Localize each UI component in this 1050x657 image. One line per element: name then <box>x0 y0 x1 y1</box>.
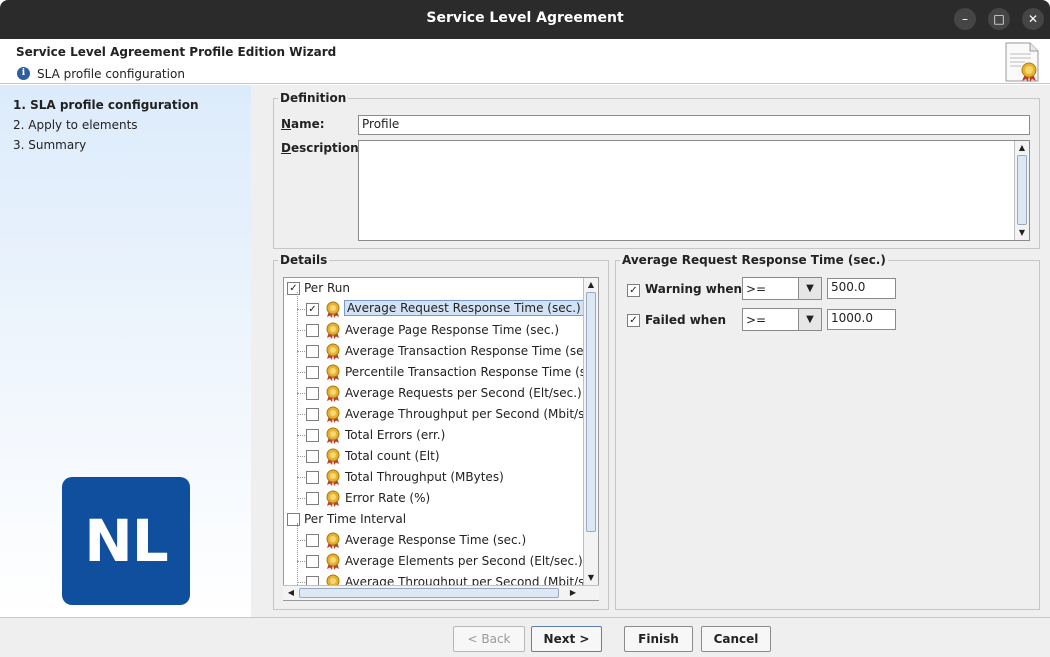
medal-icon <box>326 427 340 444</box>
scroll-up-arrow-icon[interactable]: ▲ <box>584 278 598 292</box>
item-checkbox[interactable] <box>306 366 319 379</box>
scroll-down-arrow-icon[interactable]: ▼ <box>1015 226 1029 240</box>
medal-icon <box>326 406 340 423</box>
failed-checkbox[interactable]: ✓ <box>627 314 640 327</box>
tree-item-label: Average Request Response Time (sec.) <box>344 300 584 316</box>
failed-operator-select[interactable]: >= ▼ <box>742 308 822 331</box>
failed-label: Failed when <box>645 313 727 327</box>
chevron-down-icon[interactable]: ▼ <box>798 278 821 299</box>
neoload-logo: NL <box>62 477 190 605</box>
finish-button[interactable]: Finish <box>624 626 693 652</box>
next-button[interactable]: Next > <box>531 626 602 652</box>
failed-value-input[interactable]: 1000.0 <box>827 309 896 330</box>
tree-item-label: Average Response Time (sec.) <box>345 533 527 547</box>
name-input[interactable]: Profile <box>358 115 1030 135</box>
item-checkbox[interactable] <box>306 429 319 442</box>
medal-icon <box>326 553 340 570</box>
medal-icon <box>326 490 340 507</box>
description-textarea[interactable] <box>358 140 1030 241</box>
tree-line <box>297 292 298 499</box>
medal-icon <box>326 469 340 486</box>
medal-icon <box>326 301 340 318</box>
group-checkbox[interactable] <box>287 513 300 526</box>
group-checkbox[interactable]: ✓ <box>287 282 300 295</box>
window-title: Service Level Agreement <box>426 10 624 26</box>
medal-icon <box>326 322 340 339</box>
tree-item-label: Total count (Elt) <box>345 449 440 463</box>
back-button[interactable]: < Back <box>453 626 525 652</box>
tree-group-label: Per Run <box>304 281 350 295</box>
step-summary: 3. Summary <box>13 138 87 152</box>
tree-item-label: Average Page Response Time (sec.) <box>345 323 559 337</box>
item-checkbox[interactable]: ✓ <box>306 303 319 316</box>
definition-legend: Definition <box>280 91 347 105</box>
certificate-icon <box>1005 42 1039 82</box>
warning-operator-select[interactable]: >= ▼ <box>742 277 822 300</box>
scrollbar-thumb[interactable] <box>299 588 559 598</box>
warning-checkbox[interactable]: ✓ <box>627 284 640 297</box>
item-checkbox[interactable] <box>306 345 319 358</box>
chevron-down-icon[interactable]: ▼ <box>798 309 821 330</box>
tree-item-label: Total Throughput (MBytes) <box>345 470 504 484</box>
item-checkbox[interactable] <box>306 324 319 337</box>
tree-horizontal-scrollbar[interactable]: ◀ ▶ <box>283 585 599 600</box>
description-label: Description: <box>281 141 364 155</box>
close-button[interactable]: ✕ <box>1022 8 1044 30</box>
wizard-steps-panel: 1. SLA profile configuration 2. Apply to… <box>0 85 251 617</box>
info-icon: i <box>17 67 30 80</box>
step-apply-to-elements: 2. Apply to elements <box>13 118 138 132</box>
window-titlebar: Service Level Agreement – □ ✕ <box>0 0 1050 39</box>
scroll-left-arrow-icon[interactable]: ◀ <box>285 586 297 600</box>
scroll-up-arrow-icon[interactable]: ▲ <box>1015 141 1029 155</box>
wizard-footer: < Back Next > Finish Cancel <box>0 617 1050 657</box>
tree-item-label: Percentile Transaction Response Time (se… <box>345 365 599 379</box>
item-checkbox[interactable] <box>306 408 319 421</box>
cancel-button[interactable]: Cancel <box>701 626 771 652</box>
tree-item-label: Average Transaction Response Time (sec.) <box>345 344 599 358</box>
item-checkbox[interactable] <box>306 534 319 547</box>
tree-item-label: Error Rate (%) <box>345 491 431 505</box>
name-label: Name: <box>281 117 325 131</box>
minimize-button[interactable]: – <box>954 8 976 30</box>
medal-icon <box>326 532 340 549</box>
medal-icon <box>326 364 340 381</box>
item-checkbox[interactable] <box>306 471 319 484</box>
item-checkbox[interactable] <box>306 387 319 400</box>
warning-label: Warning when <box>645 282 743 296</box>
tree-item-label: Average Requests per Second (Elt/sec.) <box>345 386 582 400</box>
tree-vertical-scrollbar[interactable]: ▲ ▼ <box>583 278 598 585</box>
scroll-down-arrow-icon[interactable]: ▼ <box>584 571 598 585</box>
maximize-button[interactable]: □ <box>988 8 1010 30</box>
scrollbar-thumb[interactable] <box>586 292 596 532</box>
medal-icon <box>326 385 340 402</box>
item-checkbox[interactable] <box>306 450 319 463</box>
tree-item-label: Average Elements per Second (Elt/sec.) <box>345 554 583 568</box>
item-checkbox[interactable] <box>306 555 319 568</box>
item-checkbox[interactable] <box>306 492 319 505</box>
wizard-subtitle: SLA profile configuration <box>37 67 185 81</box>
tree-item-label: Average Throughput per Second (Mbit/sec. <box>345 407 599 421</box>
wizard-title: Service Level Agreement Profile Edition … <box>16 45 337 59</box>
wizard-header: Service Level Agreement Profile Edition … <box>0 39 1050 84</box>
threshold-group: Average Request Response Time (sec.) <box>615 253 1040 610</box>
threshold-legend: Average Request Response Time (sec.) <box>622 253 886 267</box>
details-legend: Details <box>280 253 328 267</box>
scrollbar-thumb[interactable] <box>1017 155 1027 225</box>
medal-icon <box>326 343 340 360</box>
failed-operator-value: >= <box>746 313 767 327</box>
tree-item-label: Total Errors (err.) <box>345 428 446 442</box>
tree-group-label: Per Time Interval <box>304 512 407 526</box>
medal-icon <box>326 448 340 465</box>
warning-value-input[interactable]: 500.0 <box>827 278 896 299</box>
step-sla-profile-configuration: 1. SLA profile configuration <box>13 98 199 112</box>
scroll-right-arrow-icon[interactable]: ▶ <box>567 586 579 600</box>
sla-indicator-tree[interactable]: ✓ Per Run ✓ Average Request Response Tim… <box>283 277 599 601</box>
description-scrollbar[interactable]: ▲ ▼ <box>1014 141 1029 240</box>
warning-operator-value: >= <box>746 282 767 296</box>
